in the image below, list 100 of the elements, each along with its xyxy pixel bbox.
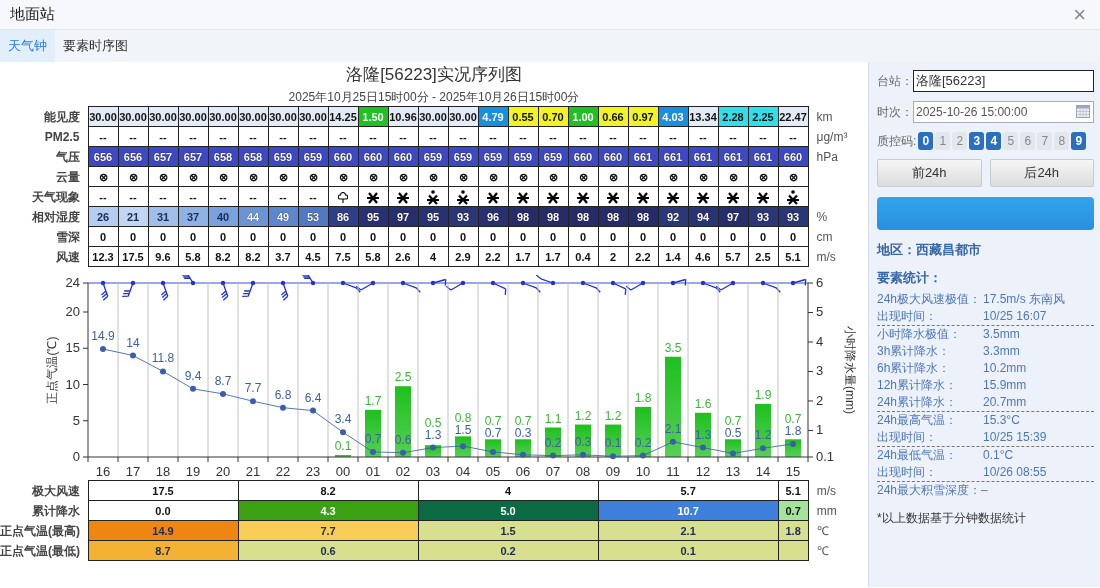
- data-label: 14: [126, 335, 140, 350]
- table-cell: 30.00: [178, 106, 208, 127]
- table-cell: --: [88, 186, 118, 207]
- data-label: 0.5: [424, 415, 442, 430]
- stat-value: 10/25 15:39: [983, 429, 1047, 446]
- table-cell: 30.00: [238, 106, 268, 127]
- table-cell: 30.00: [268, 106, 298, 127]
- table-cell: 14.25: [328, 106, 358, 127]
- data-label: 1.9: [754, 387, 772, 402]
- data-label: 0.7: [514, 414, 532, 429]
- table-cell: 8.2: [238, 480, 419, 501]
- axis-label: 0: [72, 449, 80, 464]
- data-label: 0.7: [484, 414, 502, 429]
- stat-value: 3.5mm: [983, 326, 1020, 343]
- table-cell: 0.0: [88, 500, 238, 521]
- data-label: 11.8: [151, 351, 175, 366]
- row-label: 气压: [0, 146, 88, 167]
- table-cell: 30.00: [88, 106, 118, 127]
- unit-label: km: [808, 106, 860, 127]
- stat-value: 0.1°C: [983, 447, 1014, 464]
- data-label: 0.5: [724, 426, 742, 441]
- axis-label: 19: [185, 464, 201, 479]
- data-label: 0.2: [544, 435, 562, 450]
- table-cell: 4.79: [478, 106, 508, 127]
- axis-label: 22: [275, 464, 291, 479]
- section-title: 要素统计：: [877, 268, 943, 287]
- axis-label: 4: [816, 334, 824, 349]
- table-cell: 1.50: [358, 106, 388, 127]
- axis-label: 21: [245, 464, 261, 479]
- unit-label: μg/m³: [808, 126, 860, 147]
- row-label: 雪深: [0, 226, 88, 247]
- data-label: 0.8: [454, 411, 472, 426]
- axis-label: 01: [365, 464, 381, 479]
- data-label: 1.2: [604, 408, 622, 423]
- unit-label: cm: [808, 226, 860, 247]
- data-label: 1.1: [544, 411, 562, 426]
- table-cell: 26: [88, 206, 118, 227]
- axis-label: 04: [455, 464, 471, 479]
- data-label: 1.8: [634, 390, 652, 405]
- data-label: 0.3: [514, 426, 532, 441]
- axis-label: 18: [155, 464, 171, 479]
- row-label: 极大风速: [0, 480, 88, 501]
- axis-label: 13: [725, 464, 741, 479]
- unit-label: hPa: [808, 146, 860, 167]
- unit-label: %: [808, 206, 860, 227]
- data-label: 8.7: [214, 373, 232, 388]
- table-cell: 1.00: [568, 106, 598, 127]
- axis-label: 00: [335, 464, 351, 479]
- table-cell: 30.00: [448, 106, 478, 127]
- stat-label: 出现时间：: [877, 429, 938, 446]
- chart-subtitle: 2025年10月25日15时00分 - 2025年10月26日15时00分: [287, 89, 581, 106]
- table-cell: 30.00: [118, 106, 148, 127]
- window-title: 地面站: [10, 4, 55, 25]
- stat-label: 24h最大积雪深度：–: [877, 482, 988, 499]
- axis-label: 5: [816, 304, 824, 320]
- stat-value: 10.2mm: [983, 360, 1027, 377]
- axis-label: 14: [755, 464, 771, 479]
- data-label: 0.3: [574, 434, 592, 449]
- table-cell: 17.5: [88, 480, 238, 501]
- stat-label: 3h累计降水：: [877, 343, 952, 360]
- stat-label: 出现时间：: [877, 464, 938, 481]
- data-label: 9.4: [184, 368, 202, 383]
- data-label: 2.1: [664, 421, 682, 436]
- data-label: 3.4: [334, 412, 352, 427]
- table-cell: 30.00: [418, 106, 448, 127]
- data-label: 6.8: [274, 387, 292, 402]
- table-cell: --: [88, 126, 118, 147]
- axis-label: 20: [215, 464, 231, 479]
- axis-label: 5: [72, 412, 80, 428]
- unit-label: mm: [808, 500, 861, 521]
- axis-label: 15: [785, 464, 801, 479]
- axis-label: 11: [666, 464, 680, 479]
- data-label: 1.2: [574, 408, 592, 423]
- data-label: 0.7: [484, 426, 502, 441]
- field-label: 台站：: [877, 73, 913, 90]
- axis-label: 20: [65, 304, 80, 319]
- row-label: 风速: [0, 246, 88, 267]
- axis-label: 12: [695, 464, 711, 479]
- unit-label: ℃: [808, 540, 861, 561]
- axis-label: 07: [545, 464, 561, 479]
- data-label: 6.4: [304, 390, 322, 405]
- axis-label: 24: [65, 275, 80, 290]
- unit-label: m/s: [808, 246, 860, 267]
- table-cell: 13.34: [688, 106, 718, 127]
- table-cell: 8.7: [88, 540, 238, 561]
- axis-label: 10: [635, 464, 651, 479]
- row-label: 正点气温(最低): [0, 540, 88, 561]
- axis-label: 09: [605, 464, 621, 479]
- stat-label: 24h累计降水：: [877, 394, 959, 411]
- data-label: 3.5: [664, 340, 682, 355]
- data-label: 0.7: [784, 411, 802, 426]
- axis-title: 小时降水量(mm): [843, 326, 857, 414]
- region-label: 地区：西藏昌都市: [877, 241, 982, 259]
- stat-label: 24h最低气温：: [877, 447, 959, 464]
- row-label: 云量: [0, 166, 88, 187]
- table-cell: 656: [88, 146, 118, 167]
- axis-label: 15: [65, 340, 80, 356]
- row-label: 累计降水: [0, 500, 88, 521]
- row-label: 正点气温(最高): [0, 520, 88, 541]
- stat-value: 10/25 16:07: [983, 308, 1047, 325]
